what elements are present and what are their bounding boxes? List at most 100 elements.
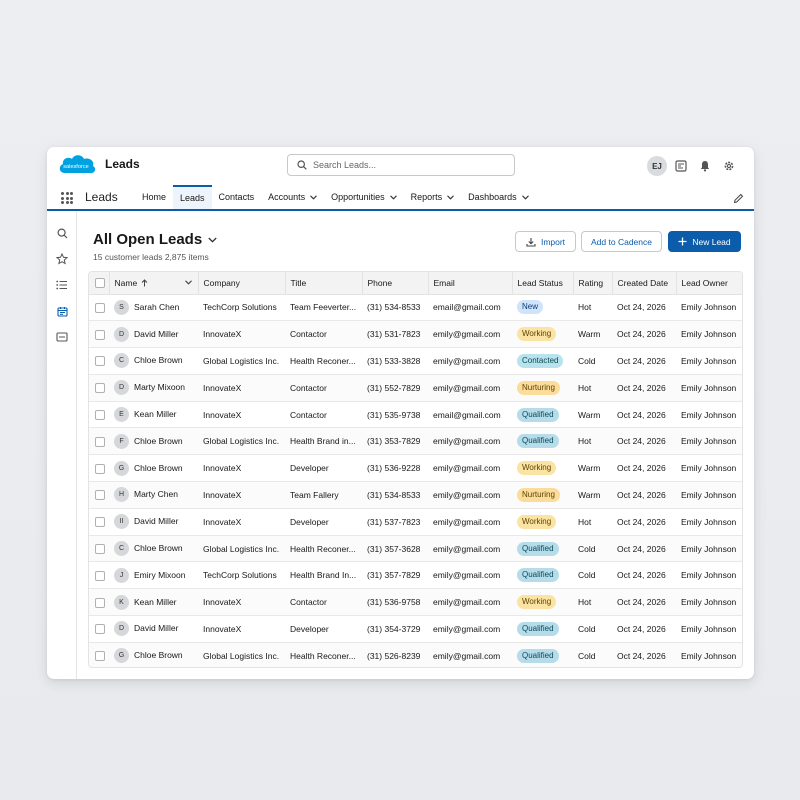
list-view-title[interactable]: All Open Leads [93,231,217,248]
column-header-title[interactable]: Title [285,272,363,295]
table-row[interactable]: E Kean Miller InnovateX Contactor (31) 535-9… [89,401,742,429]
global-search[interactable] [287,154,515,176]
lead-name-cell[interactable]: D David Miller [109,320,198,349]
new-lead-button[interactable]: New Lead [668,231,741,252]
phone-cell[interactable]: (31) 353-7829 [362,427,428,456]
lead-name-link[interactable]: David Miller [134,328,178,338]
star-icon[interactable] [55,252,69,266]
row-select-cell[interactable] [89,561,109,590]
email-cell[interactable]: emily@gmail.com [428,320,512,349]
phone-cell[interactable]: (31) 552-7829 [362,374,428,402]
lead-owner-cell[interactable]: Emily Johnson [676,294,742,322]
column-header-created-date[interactable]: Created Date [612,272,677,295]
table-row[interactable]: G Chloe Brown Global Logistics Inc. Health … [89,642,742,667]
phone-cell[interactable]: (31) 531-7823 [362,320,428,349]
lead-name-link[interactable]: Marty Chen [134,489,178,499]
row-checkbox[interactable] [95,356,105,367]
email-cell[interactable]: email@gmail.com [428,294,512,322]
row-checkbox[interactable] [95,463,105,474]
lead-owner-cell[interactable]: Emily Johnson [676,588,742,617]
lead-name-link[interactable]: Chloe Brown [134,355,183,365]
phone-cell[interactable]: (31) 533-3828 [362,347,428,375]
lead-name-link[interactable]: David Miller [134,516,178,526]
lead-owner-cell[interactable]: Emily Johnson [676,535,742,563]
lead-owner-cell[interactable]: Emily Johnson [676,374,742,402]
lead-name-cell[interactable]: C Chloe Brown [109,347,198,375]
tab-accounts[interactable]: Accounts [261,185,324,209]
phone-cell[interactable]: (31) 526-8239 [362,642,428,667]
table-row[interactable]: S Sarah Chen TechCorp Solutions Team Feever… [89,294,742,322]
email-cell[interactable]: emily@gmail.com [428,427,512,456]
row-select-cell[interactable] [89,642,109,667]
lead-name-cell[interactable]: S Sarah Chen [109,294,198,322]
row-select-cell[interactable] [89,374,109,402]
lead-name-link[interactable]: David Miller [134,623,178,633]
lead-owner-cell[interactable]: Emily Johnson [676,615,742,643]
tab-contacts[interactable]: Contacts [212,185,262,209]
search-input[interactable] [313,160,503,170]
phone-cell[interactable]: (31) 354-3729 [362,615,428,643]
bell-icon[interactable] [698,159,712,173]
phone-cell[interactable]: (31) 537-7823 [362,508,428,536]
row-checkbox[interactable] [95,651,105,662]
row-checkbox[interactable] [95,490,105,501]
lead-name-cell[interactable]: D Marty Mixoon [109,374,198,402]
phone-cell[interactable]: (31) 534-8533 [362,294,428,322]
lead-name-cell[interactable]: G Chloe Brown [109,454,198,483]
lead-name-cell[interactable]: K Kean Miller [109,588,198,617]
message-icon[interactable] [55,330,69,344]
tab-opportunities[interactable]: Opportunities [324,185,404,209]
lead-owner-cell[interactable]: Emily Johnson [676,401,742,429]
email-cell[interactable]: emily@gmail.com [428,642,512,667]
column-header-lead-status[interactable]: Lead Status [512,272,574,295]
row-select-cell[interactable] [89,401,109,429]
lead-name-link[interactable]: Chloe Brown [134,436,183,446]
email-cell[interactable]: email@gmail.com [428,401,512,429]
column-header-name[interactable]: Name [109,272,199,295]
row-checkbox[interactable] [95,624,105,635]
table-row[interactable]: H Marty Chen InnovateX Team Fallery (31) 534… [89,481,742,509]
calendar-icon[interactable] [55,304,69,318]
lead-name-cell[interactable]: H Marty Chen [109,481,198,509]
email-cell[interactable]: emily@gmail.com [428,481,512,509]
lead-name-cell[interactable]: II David Miller [109,508,198,536]
row-select-cell[interactable] [89,347,109,375]
table-row[interactable]: K Kean Miller InnovateX Contactor (31) 536-9… [89,588,742,617]
select-all-cell[interactable] [89,272,110,295]
phone-cell[interactable]: (31) 536-9228 [362,454,428,483]
tab-dashboards[interactable]: Dashboards [461,185,536,209]
row-select-cell[interactable] [89,588,109,617]
row-select-cell[interactable] [89,320,109,349]
phone-cell[interactable]: (31) 536-9758 [362,588,428,617]
lead-name-link[interactable]: Chloe Brown [134,650,183,660]
chevron-down-icon[interactable] [208,237,217,243]
table-row[interactable]: C Chloe Brown Global Logistics Inc. Health … [89,347,742,375]
row-select-cell[interactable] [89,508,109,536]
phone-cell[interactable]: (31) 357-7829 [362,561,428,590]
column-header-phone[interactable]: Phone [362,272,429,295]
column-header-company[interactable]: Company [198,272,286,295]
column-header-rating[interactable]: Rating [573,272,613,295]
row-checkbox[interactable] [95,383,105,394]
phone-cell[interactable]: (31) 357-3628 [362,535,428,563]
import-button[interactable]: Import [515,231,576,252]
email-cell[interactable]: emily@gmail.com [428,588,512,617]
table-row[interactable]: G Chloe Brown InnovateX Developer (31) 536-9… [89,454,742,483]
lead-owner-cell[interactable]: Emily Johnson [676,347,742,375]
row-select-cell[interactable] [89,535,109,563]
salesforce-logo[interactable]: salesforce [57,151,97,179]
row-checkbox[interactable] [95,302,105,313]
gear-icon[interactable] [722,159,736,173]
tab-home[interactable]: Home [135,185,173,209]
row-checkbox[interactable] [95,409,105,420]
column-header-lead-owner[interactable]: Lead Owner [676,272,742,295]
row-select-cell[interactable] [89,615,109,643]
row-select-cell[interactable] [89,294,109,322]
lead-owner-cell[interactable]: Emily Johnson [676,561,742,590]
lead-owner-cell[interactable]: Emily Johnson [676,320,742,349]
lead-name-link[interactable]: Chloe Brown [134,543,183,553]
row-select-cell[interactable] [89,427,109,456]
lead-name-link[interactable]: Kean Miller [134,409,177,419]
lead-name-cell[interactable]: D David Miller [109,615,198,643]
select-all-checkbox[interactable] [95,278,105,289]
